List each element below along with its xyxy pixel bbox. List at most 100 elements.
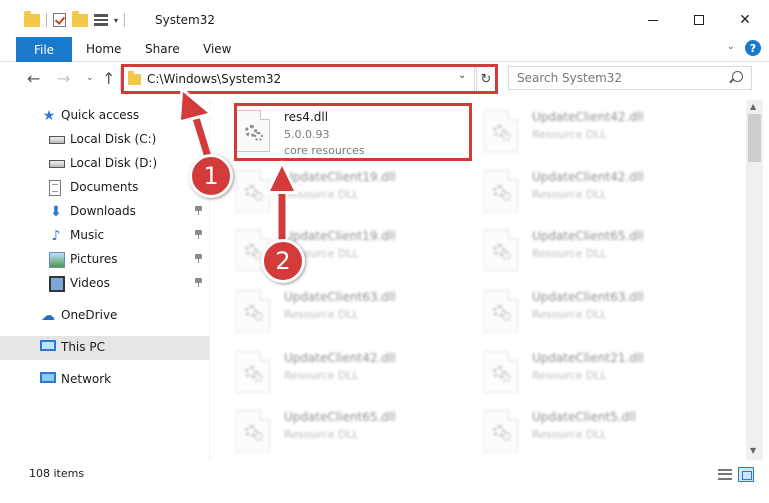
sidebar-item-music[interactable]: ♪ Music	[0, 224, 209, 248]
gear-icon	[502, 312, 511, 321]
ribbon-expand-icon[interactable]: ⌄	[727, 42, 735, 52]
file-description: Resource DLL	[284, 188, 359, 201]
sidebar-item-label: Local Disk (D:)	[70, 156, 158, 170]
minimize-button[interactable]	[630, 0, 676, 40]
tab-view[interactable]: View	[203, 42, 231, 56]
file-description: Resource DLL	[284, 369, 359, 382]
gear-icon	[254, 312, 263, 321]
sidebar-item-label: Pictures	[70, 252, 118, 266]
close-button[interactable]: ✕	[722, 0, 768, 40]
dll-file-icon	[484, 170, 518, 212]
drive-icon	[49, 136, 65, 144]
search-icon[interactable]	[732, 71, 743, 82]
tab-file[interactable]: File	[16, 37, 72, 62]
file-tile[interactable]: UpdateClient63.dll Resource DLL	[218, 284, 448, 342]
sidebar-item-documents[interactable]: Documents	[0, 176, 209, 200]
file-tile[interactable]: UpdateClient19.dll Resource DLL	[218, 164, 448, 222]
quick-access-dropdown[interactable]: ▾	[114, 16, 118, 25]
file-tile[interactable]: UpdateClient63.dll Resource DLL	[466, 284, 696, 342]
forward-button[interactable]: →	[57, 69, 70, 88]
scroll-up-icon[interactable]: ▲	[750, 102, 756, 111]
minimize-icon	[648, 19, 658, 21]
ribbon: File Home Share View ⌄ ?	[0, 37, 769, 62]
sidebar-item-onedrive[interactable]: ☁ OneDrive	[0, 304, 209, 328]
dll-file-icon	[484, 351, 518, 393]
back-button[interactable]: ←	[27, 69, 40, 88]
file-name: UpdateClient63.dll	[284, 290, 396, 304]
file-tile[interactable]: UpdateClient65.dll Resource DLL	[218, 404, 448, 460]
file-name: UpdateClient42.dll	[532, 170, 644, 184]
tab-share[interactable]: Share	[145, 42, 180, 56]
sidebar-item-label: This PC	[61, 340, 105, 354]
tab-home[interactable]: Home	[86, 42, 121, 56]
up-button[interactable]: ↑	[102, 69, 115, 88]
close-icon: ✕	[739, 12, 751, 28]
address-highlight-box	[121, 64, 498, 94]
search-box[interactable]	[508, 66, 752, 90]
sidebar-item-pictures[interactable]: Pictures	[0, 248, 209, 272]
scrollbar-thumb[interactable]	[748, 114, 761, 162]
file-tile[interactable]: UpdateClient42.dll Resource DLL	[466, 164, 696, 222]
dll-file-icon	[236, 410, 270, 452]
sidebar-item-label: Music	[70, 228, 105, 242]
sidebar-item-downloads[interactable]: ⬇ Downloads	[0, 200, 209, 224]
sidebar-item-quick-access[interactable]: ★ Quick access	[0, 104, 209, 128]
sidebar-item-label: Quick access	[61, 108, 140, 122]
gear-icon	[254, 373, 263, 382]
sidebar-item-label: Documents	[70, 180, 139, 194]
file-name: UpdateClient19.dll	[284, 170, 396, 184]
sidebar-item-local-disk-d[interactable]: Local Disk (D:)	[0, 152, 209, 176]
gear-icon	[502, 132, 511, 141]
file-name: UpdateClient65.dll	[532, 229, 644, 243]
file-tile[interactable]: UpdateClient5.dll Resource DLL	[466, 404, 696, 460]
file-name: UpdateClient65.dll	[284, 410, 396, 424]
file-tile[interactable]: UpdateClient42.dll Resource DLL	[466, 104, 696, 162]
file-name: UpdateClient19.dll	[284, 229, 396, 243]
search-input[interactable]	[517, 71, 717, 85]
pin-icon	[194, 254, 203, 263]
sidebar-item-label: Local Disk (C:)	[70, 132, 157, 146]
separator	[124, 13, 126, 27]
file-description: Resource DLL	[532, 188, 607, 201]
maximize-icon	[694, 15, 704, 25]
window-title: System32	[155, 13, 216, 27]
customize-icon[interactable]	[94, 14, 108, 26]
file-tile[interactable]: UpdateClient19.dll Resource DLL	[218, 223, 448, 281]
item-count: 108 items	[29, 467, 85, 480]
large-icons-view-icon[interactable]	[738, 467, 754, 482]
scroll-down-icon[interactable]: ▼	[750, 446, 756, 455]
sidebar-item-videos[interactable]: Videos	[0, 272, 209, 296]
pictures-icon	[49, 252, 65, 268]
file-description: Resource DLL	[532, 308, 607, 321]
step-1-badge: 1	[189, 154, 233, 198]
recent-locations-dropdown[interactable]: ⌄	[86, 73, 94, 83]
sidebar-item-label: Network	[61, 372, 112, 386]
sidebar-item-label: Videos	[70, 276, 110, 290]
drive-icon	[49, 160, 65, 168]
file-name: UpdateClient21.dll	[532, 351, 644, 365]
maximize-button[interactable]	[676, 0, 722, 40]
properties-check-icon[interactable]	[53, 13, 66, 27]
details-view-icon[interactable]	[718, 469, 732, 480]
dll-file-icon	[236, 290, 270, 332]
sidebar-item-network[interactable]: Network	[0, 368, 209, 392]
file-tile[interactable]: UpdateClient42.dll Resource DLL	[218, 345, 448, 403]
music-icon: ♪	[51, 228, 61, 244]
documents-icon	[49, 180, 61, 196]
pin-icon	[194, 278, 203, 287]
file-tile[interactable]: UpdateClient65.dll Resource DLL	[466, 223, 696, 281]
sidebar-item-this-pc[interactable]: This PC	[0, 336, 209, 360]
quick-access-toolbar: ▾	[24, 10, 126, 30]
gear-icon	[254, 432, 263, 441]
star-icon: ★	[42, 108, 56, 124]
new-folder-icon[interactable]	[72, 10, 88, 27]
dll-file-icon	[484, 410, 518, 452]
folder-icon	[24, 10, 40, 27]
dll-file-icon	[484, 290, 518, 332]
sidebar-item-local-disk-c[interactable]: Local Disk (C:)	[0, 128, 209, 152]
help-icon[interactable]: ?	[745, 40, 761, 56]
gear-icon	[502, 251, 511, 260]
network-icon	[40, 372, 56, 383]
file-tile[interactable]: UpdateClient21.dll Resource DLL	[466, 345, 696, 403]
vertical-scrollbar[interactable]: ▲ ▼	[746, 100, 763, 460]
